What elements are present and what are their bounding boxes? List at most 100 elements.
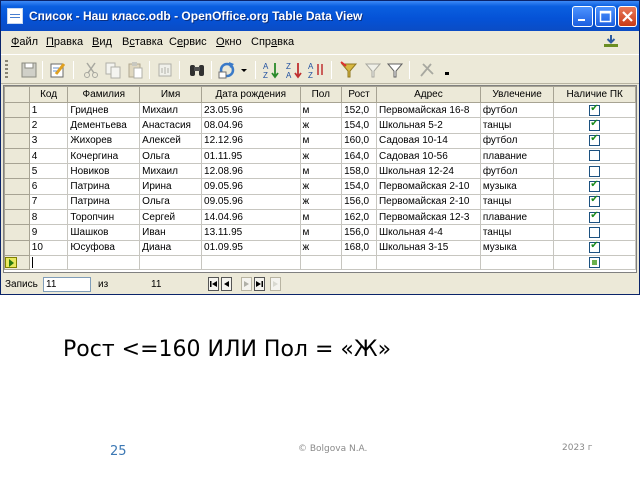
table-row[interactable]: 3 Жихорев Алексей 12.12.96 м 160,0 Садовая 10-… [4, 132, 636, 149]
paste-button[interactable] [125, 60, 145, 80]
menu-item-0[interactable]: Файл [11, 36, 38, 48]
table-cell[interactable]: 156,0 [341, 224, 377, 241]
unchecked-checkbox[interactable] [589, 226, 601, 238]
row-selector[interactable] [4, 147, 30, 165]
table-cell[interactable]: Михаил [139, 101, 203, 119]
row-selector[interactable] [4, 193, 30, 211]
table-cell[interactable]: м [299, 163, 343, 180]
table-row[interactable]: 10 Юсуфова Диана 01.09.95 ж 168,0 Школьная 3-1… [4, 239, 636, 256]
table-cell[interactable]: 158,0 [341, 163, 377, 180]
table-cell[interactable]: Садовая 10-14 [375, 132, 481, 149]
menu-item-3[interactable]: Вставка [122, 36, 163, 48]
table-cell[interactable]: Дементьева [67, 117, 141, 134]
sort-descending-button[interactable]: ZA [284, 60, 304, 80]
table-cell[interactable]: Жихорев [67, 132, 141, 149]
table-cell[interactable]: Садовая 10-56 [375, 147, 481, 165]
table-cell[interactable]: плавание [479, 147, 555, 165]
cut-button[interactable] [81, 60, 101, 80]
table-cell[interactable]: 12.08.96 [201, 163, 301, 180]
table-cell[interactable]: 23.05.96 [201, 101, 301, 119]
table-cell[interactable]: Михаил [139, 163, 203, 180]
table-cell[interactable]: 2 [28, 117, 69, 134]
table-cell[interactable]: ж [299, 117, 343, 134]
autofilter-button[interactable] [339, 60, 359, 80]
table-cell[interactable]: м [299, 209, 343, 226]
row-selector[interactable] [4, 178, 30, 195]
checked-checkbox[interactable] [589, 211, 601, 223]
title-bar[interactable]: Список - Наш класс.odb - OpenOffice.org … [1, 1, 639, 31]
table-cell[interactable]: Кочергина [67, 147, 141, 165]
table-cell[interactable] [139, 254, 203, 270]
table-cell[interactable]: 14.04.96 [201, 209, 301, 226]
table-cell[interactable]: 3 [28, 132, 69, 149]
minimize-button[interactable] [572, 6, 593, 27]
row-selector[interactable] [4, 239, 30, 256]
table-cell[interactable]: Алексей [139, 132, 203, 149]
table-cell[interactable]: Первомайская 2-10 [375, 178, 481, 195]
table-cell[interactable]: футбол [479, 101, 555, 119]
column-header[interactable]: Дата рождения [201, 86, 301, 103]
table-cell[interactable]: танцы [479, 224, 555, 241]
checked-checkbox[interactable] [589, 195, 601, 208]
previous-record-button[interactable] [221, 277, 232, 291]
save-button[interactable] [19, 60, 39, 80]
record-number-input[interactable]: 11 [43, 277, 91, 292]
table-cell[interactable] [375, 254, 481, 270]
table-cell[interactable]: Патрина [67, 178, 141, 195]
table-cell[interactable] [67, 254, 141, 270]
table-cell[interactable]: 8 [28, 209, 69, 226]
column-header[interactable]: Пол [299, 86, 343, 103]
table-cell[interactable]: музыка [479, 239, 555, 256]
column-header[interactable]: Рост [341, 86, 377, 103]
table-cell[interactable]: 6 [28, 178, 69, 195]
row-selector[interactable] [4, 101, 30, 119]
table-cell[interactable]: музыка [479, 178, 555, 195]
standard-filter-button[interactable] [363, 60, 383, 80]
row-selector[interactable] [4, 224, 30, 241]
column-header[interactable]: Код [28, 86, 69, 103]
menu-item-1[interactable]: Правка [46, 36, 83, 48]
table-cell[interactable]: 12.12.96 [201, 132, 301, 149]
table-cell[interactable]: 168,0 [341, 239, 377, 256]
menu-item-4[interactable]: Сервис [169, 36, 207, 48]
table-cell[interactable]: Гриднев [67, 101, 141, 119]
refresh-button[interactable] [217, 60, 237, 80]
table-cell[interactable] [341, 254, 377, 270]
row-selector[interactable] [4, 254, 30, 270]
table-cell[interactable]: Ирина [139, 178, 203, 195]
close-button[interactable] [618, 6, 637, 27]
menu-item-5[interactable]: Окно [216, 36, 242, 48]
table-cell[interactable]: Первомайская 12-3 [375, 209, 481, 226]
table-cell[interactable]: 10 [28, 239, 69, 256]
table-cell[interactable]: Школьная 12-24 [375, 163, 481, 180]
table-row[interactable]: 1 Гриднев Михаил 23.05.96 м 152,0 Первомайская… [4, 101, 636, 119]
checked-checkbox[interactable] [589, 241, 601, 254]
table-cell[interactable]: Ольга [139, 147, 203, 165]
table-cell[interactable]: 162,0 [341, 209, 377, 226]
undo-button[interactable] [155, 60, 175, 80]
table-cell[interactable]: Шашков [67, 224, 141, 241]
table-cell[interactable]: 1 [28, 101, 69, 119]
checked-checkbox[interactable] [589, 134, 601, 147]
column-header[interactable]: Имя [139, 86, 203, 103]
table-cell[interactable]: Школьная 4-4 [375, 224, 481, 241]
table-cell[interactable]: плавание [479, 209, 555, 226]
table-cell[interactable]: Анастасия [139, 117, 203, 134]
column-header[interactable]: Увлечение [479, 86, 555, 103]
sort-button[interactable]: AZ [307, 60, 327, 80]
row-selector[interactable] [4, 163, 30, 180]
unchecked-checkbox[interactable] [589, 150, 601, 162]
table-cell[interactable]: 09.05.96 [201, 178, 301, 195]
table-cell[interactable]: ж [299, 193, 343, 211]
table-cell[interactable]: футбол [479, 132, 555, 149]
table-row[interactable]: 2 Дементьева Анастасия 08.04.96 ж 154,0 Школьн… [4, 117, 636, 134]
unchecked-checkbox[interactable] [589, 165, 601, 177]
table-cell[interactable]: 09.05.96 [201, 193, 301, 211]
table-cell[interactable]: ж [299, 147, 343, 165]
checked-checkbox[interactable] [589, 180, 601, 193]
new-record-row[interactable] [4, 254, 636, 270]
table-cell[interactable]: Первомайская 2-10 [375, 193, 481, 211]
table-cell[interactable]: Иван [139, 224, 203, 241]
table-cell[interactable] [299, 254, 343, 270]
table-cell[interactable]: м [299, 224, 343, 241]
